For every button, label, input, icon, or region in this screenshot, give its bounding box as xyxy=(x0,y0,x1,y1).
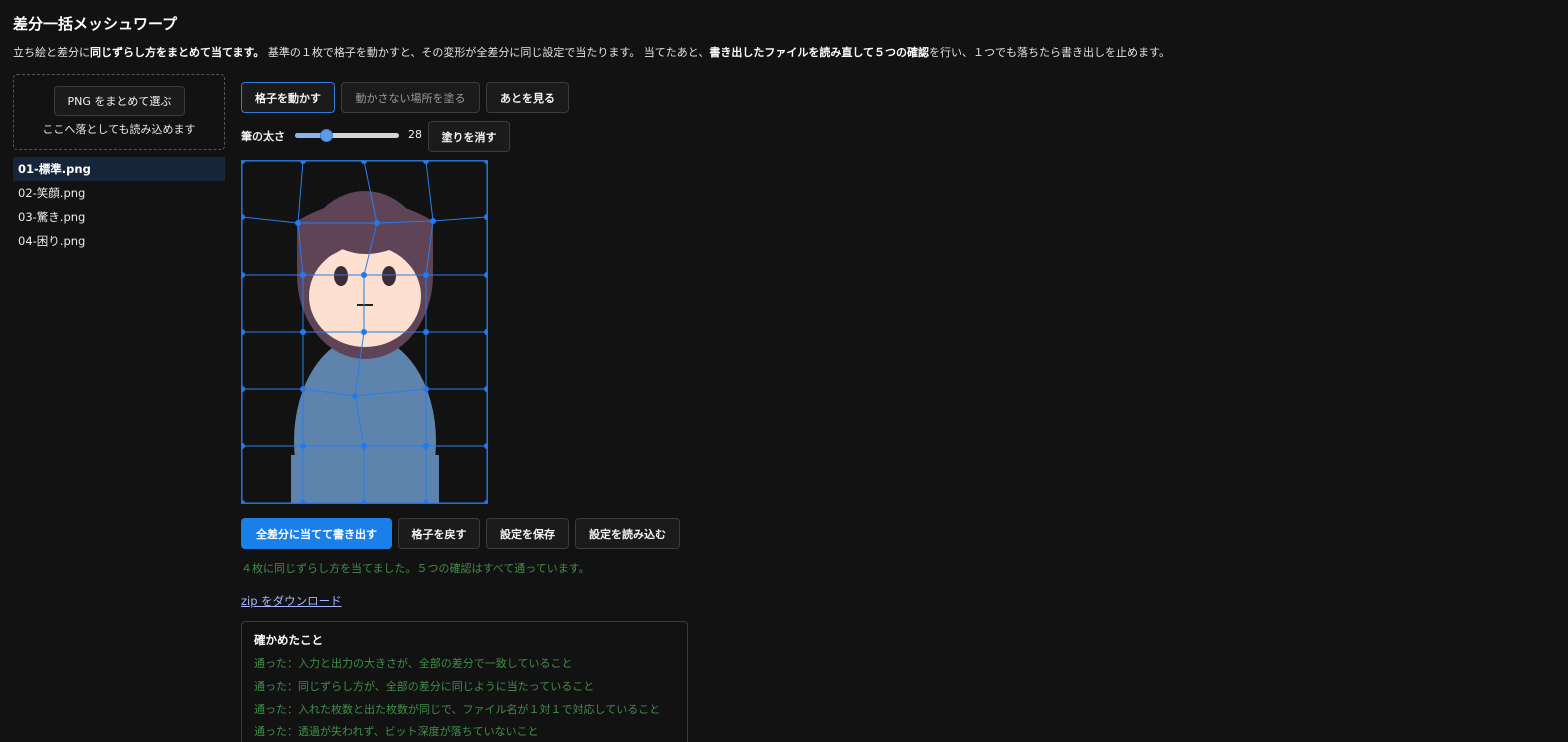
mesh-point[interactable] xyxy=(430,218,436,224)
mesh-point[interactable] xyxy=(361,272,367,278)
mesh-point[interactable] xyxy=(242,386,245,392)
save-settings-button[interactable]: 設定を保存 xyxy=(486,518,569,549)
file-item-01[interactable]: 01-標準.png xyxy=(13,157,225,181)
mesh-point[interactable] xyxy=(242,329,245,335)
mesh-point[interactable] xyxy=(300,329,306,335)
mesh-point[interactable] xyxy=(300,443,306,449)
check-item: 通った：入力と出力の大きさが、全部の差分で一致していること xyxy=(254,657,573,670)
mesh-point[interactable] xyxy=(484,272,487,278)
mesh-point[interactable] xyxy=(242,443,245,449)
page-title: 差分一括メッシュワープ xyxy=(13,15,178,33)
checks-panel: 確かめたこと 通った：入力と出力の大きさが、全部の差分で一致していること 通った… xyxy=(241,621,688,742)
warp-canvas-svg[interactable] xyxy=(242,161,487,503)
mesh-point[interactable] xyxy=(484,500,487,503)
mesh-point[interactable] xyxy=(484,443,487,449)
app-root: 差分一括メッシュワープ 立ち絵と差分に同じずらし方をまとめて当てます。 基準の１… xyxy=(0,0,1568,742)
mode-preview-button[interactable]: あとを見る xyxy=(486,82,569,113)
mesh-point[interactable] xyxy=(484,329,487,335)
mesh-point[interactable] xyxy=(374,220,380,226)
mesh-point[interactable] xyxy=(423,443,429,449)
intro-part-1: 立ち絵と差分に xyxy=(13,46,90,59)
file-item-02[interactable]: 02-笑顔.png xyxy=(13,181,225,205)
apply-export-button[interactable]: 全差分に当てて書き出す xyxy=(241,518,392,549)
mesh-point[interactable] xyxy=(361,161,367,164)
mesh-point[interactable] xyxy=(242,500,245,503)
character-illustration xyxy=(291,191,439,503)
file-list: 01-標準.png 02-笑顔.png 03-驚き.png 04-困り.png xyxy=(13,157,225,253)
drop-hint: ここへ落としても読み込めます xyxy=(42,123,196,136)
mesh-point[interactable] xyxy=(484,214,487,220)
brush-size-slider[interactable] xyxy=(295,129,399,142)
mesh-point[interactable] xyxy=(423,161,429,164)
mesh-point[interactable] xyxy=(361,443,367,449)
intro-bold-2: 書き出したファイルを読み直して５つの確認 xyxy=(709,46,930,59)
brush-size-label: 筆の太さ xyxy=(241,130,285,143)
mesh-point[interactable] xyxy=(300,272,306,278)
intro-bold-1: 同じずらし方をまとめて当てます。 xyxy=(90,46,265,59)
mesh-point[interactable] xyxy=(295,220,301,226)
mesh-point[interactable] xyxy=(242,214,245,220)
mode-paint-mask-button[interactable]: 動かさない場所を塗る xyxy=(341,82,480,113)
zip-download-link[interactable]: zip をダウンロード xyxy=(241,593,342,609)
mesh-point[interactable] xyxy=(242,161,245,164)
mesh-point[interactable] xyxy=(242,272,245,278)
pick-png-button[interactable]: PNG をまとめて選ぶ xyxy=(54,86,185,116)
checks-title: 確かめたこと xyxy=(254,633,323,647)
status-message: ４枚に同じずらし方を当てました。５つの確認はすべて通っています。 xyxy=(241,562,590,575)
character-body-base xyxy=(291,455,439,503)
check-item: 通った：同じずらし方が、全部の差分に同じように当たっていること xyxy=(254,680,595,693)
file-dropzone[interactable]: PNG をまとめて選ぶ ここへ落としても読み込めます xyxy=(13,74,225,150)
intro-part-3: を行い、１つでも落ちたら書き出しを止めます。 xyxy=(929,46,1170,59)
mesh-point[interactable] xyxy=(361,329,367,335)
mesh-point[interactable] xyxy=(300,161,306,164)
mode-move-grid-button[interactable]: 格子を動かす xyxy=(241,82,335,113)
clear-paint-button[interactable]: 塗りを消す xyxy=(428,121,510,152)
warp-canvas[interactable] xyxy=(241,160,488,504)
reset-grid-button[interactable]: 格子を戻す xyxy=(398,518,480,549)
load-settings-button[interactable]: 設定を読み込む xyxy=(575,518,680,549)
file-item-03[interactable]: 03-驚き.png xyxy=(13,205,225,229)
intro-text: 立ち絵と差分に同じずらし方をまとめて当てます。 基準の１枚で格子を動かすと、その… xyxy=(13,44,1170,60)
brush-size-value: 28 xyxy=(408,128,422,141)
mesh-point[interactable] xyxy=(300,386,306,392)
character-right-eye xyxy=(382,266,396,286)
check-item: 通った：透過が失われず、ビット深度が落ちていないこと xyxy=(254,725,539,738)
mesh-point[interactable] xyxy=(484,386,487,392)
mesh-point[interactable] xyxy=(352,393,358,399)
mesh-point[interactable] xyxy=(423,272,429,278)
intro-part-2: 基準の１枚で格子を動かすと、その変形が全差分に同じ設定で当たります。 当てたあと… xyxy=(264,46,710,59)
character-left-eye xyxy=(334,266,348,286)
file-item-04[interactable]: 04-困り.png xyxy=(13,229,225,253)
brush-size-slider-thumb[interactable] xyxy=(320,129,334,142)
check-item: 通った：入れた枚数と出た枚数が同じで、ファイル名が１対１で対応していること xyxy=(254,703,661,716)
mesh-point[interactable] xyxy=(423,386,429,392)
mesh-point[interactable] xyxy=(423,329,429,335)
mesh-point[interactable] xyxy=(484,161,487,164)
